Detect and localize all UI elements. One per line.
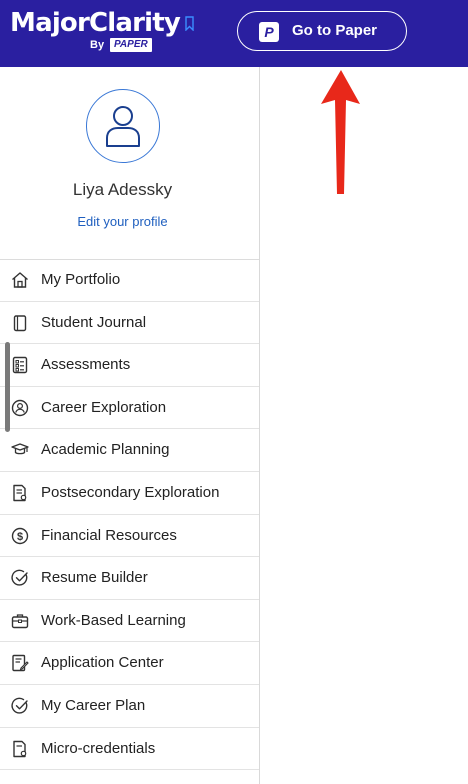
- edit-profile-link[interactable]: Edit your profile: [0, 214, 245, 229]
- sidebar-item-label: Career Exploration: [41, 398, 167, 416]
- sidebar-item-micro-credentials[interactable]: Micro-credentials: [0, 728, 259, 771]
- sidebar-item-label: Postsecondary Exploration: [41, 483, 220, 501]
- dollar-icon: $: [11, 527, 29, 544]
- user-icon: [106, 106, 140, 147]
- edit-document-icon: [12, 655, 29, 672]
- check-circle-icon: [11, 697, 28, 714]
- logo-by-text: By: [90, 39, 105, 51]
- paper-logo-letter: P: [264, 24, 274, 40]
- go-to-paper-label: Go to Paper: [292, 22, 378, 39]
- checklist-icon: [12, 356, 28, 374]
- journal-icon: [13, 314, 27, 331]
- go-to-paper-button[interactable]: P Go to Paper: [237, 11, 407, 51]
- document-pin-icon: [13, 484, 27, 502]
- paper-logo-icon: P: [259, 22, 279, 42]
- top-header-bar: MajorClarity By PAPER P Go to Paper: [0, 0, 468, 67]
- majorclarity-logo[interactable]: MajorClarity By PAPER: [10, 8, 210, 58]
- person-circle-icon: [11, 399, 29, 416]
- sidebar-item-label: My Career Plan: [41, 696, 146, 714]
- sidebar-item-career-exploration[interactable]: Career Exploration: [0, 387, 259, 430]
- sidebar-item-assessments[interactable]: Assessments: [0, 344, 259, 387]
- svg-text:$: $: [17, 530, 23, 542]
- sidebar-item-label: Student Journal: [41, 313, 147, 331]
- briefcase-icon: [11, 614, 29, 628]
- bookmark-icon: [185, 16, 194, 31]
- sidebar-item-label: My Portfolio: [41, 271, 121, 288]
- logo-wordmark: MajorClarity: [10, 8, 181, 38]
- sidebar-item-application-center[interactable]: Application Center: [0, 642, 259, 685]
- sidebar-item-my-portfolio[interactable]: My Portfolio: [0, 259, 259, 302]
- sidebar-item-label: Financial Resources: [41, 526, 177, 544]
- sidebar-item-postsecondary-exploration[interactable]: Postsecondary Exploration: [0, 472, 259, 515]
- sidebar-item-label: Academic Planning: [41, 441, 170, 459]
- check-circle-icon: [11, 569, 28, 586]
- sidebar-item-my-career-plan[interactable]: My Career Plan: [0, 685, 259, 728]
- sidebar-item-label: Application Center: [41, 654, 164, 672]
- graduation-cap-icon: [11, 443, 29, 455]
- sidebar-item-work-based-learning[interactable]: Work-Based Learning: [0, 600, 259, 643]
- user-name: Liya Adessky: [72, 180, 173, 199]
- sidebar-item-label: Resume Builder: [41, 569, 148, 587]
- sidebar-nav: My Portfolio Student Journal Assessments: [0, 259, 259, 771]
- sidebar-item-label: Assessments: [41, 356, 131, 374]
- avatar[interactable]: [86, 89, 160, 163]
- logo-paper-badge: PAPER: [110, 38, 152, 52]
- arrow-up-icon: [321, 70, 360, 194]
- document-badge-icon: [13, 740, 27, 757]
- sidebar-item-resume-builder[interactable]: Resume Builder: [0, 557, 259, 600]
- sidebar-item-label: Work-Based Learning: [41, 611, 186, 629]
- sidebar-item-label: Micro-credentials: [41, 739, 156, 757]
- sidebar: Liya Adessky Edit your profile My Portfo…: [0, 67, 260, 784]
- sidebar-item-student-journal[interactable]: Student Journal: [0, 302, 259, 345]
- sidebar-item-academic-planning[interactable]: Academic Planning: [0, 429, 259, 472]
- sidebar-item-financial-resources[interactable]: $ Financial Resources: [0, 515, 259, 558]
- sidebar-scrollbar[interactable]: [5, 342, 10, 432]
- home-icon: [12, 272, 28, 288]
- profile-section: Liya Adessky Edit your profile: [0, 67, 259, 260]
